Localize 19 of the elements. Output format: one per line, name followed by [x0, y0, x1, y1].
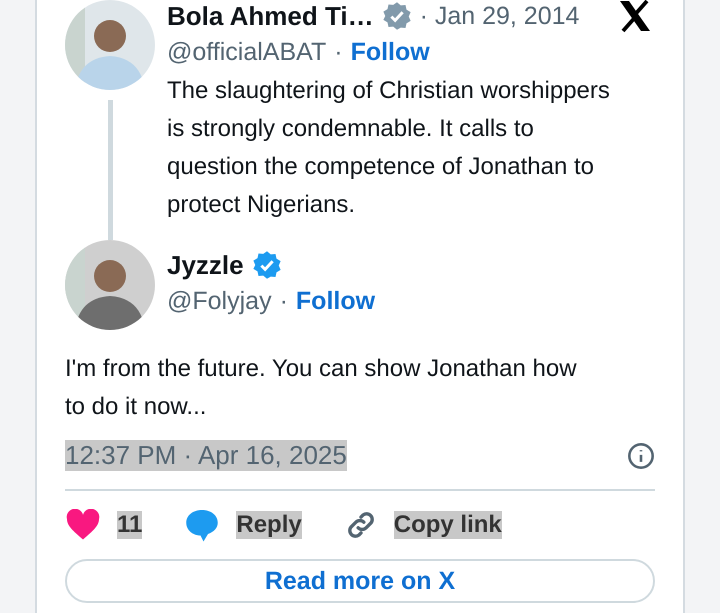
tweet-text: The slaughtering of Christian worshippers is strongly condemnable. It calls to question the competence of Jonathan to protect Nigerians.	[167, 76, 611, 220]
separator-dot: ·	[280, 286, 288, 316]
heart-icon	[65, 509, 101, 541]
speech-bubble-icon	[184, 507, 220, 543]
copy-label[interactable]: Copy link	[394, 511, 502, 539]
follow-link[interactable]: Follow	[350, 38, 430, 66]
info-icon[interactable]	[627, 442, 655, 470]
author-handle: @Folyjay	[167, 286, 272, 316]
author-name: Jyzzle	[167, 250, 244, 280]
follow-link[interactable]: Follow	[296, 286, 376, 316]
reply-label[interactable]: Reply	[236, 511, 302, 539]
timestamp[interactable]: 12:37 PM · Apr 16, 2025	[65, 440, 347, 471]
tweet-date: · Jan 29, 2014	[420, 2, 580, 30]
author-handle: @officialABAT	[167, 38, 326, 66]
author-name: Bola Ahmed Ti…	[167, 0, 374, 32]
read-more-button[interactable]: Read more on X	[65, 559, 655, 603]
separator-dot: ·	[334, 38, 343, 66]
like-count[interactable]: 11	[117, 511, 142, 539]
tweet-text: I'm from the future. You can show Jonathan how to do it now...	[65, 354, 578, 422]
